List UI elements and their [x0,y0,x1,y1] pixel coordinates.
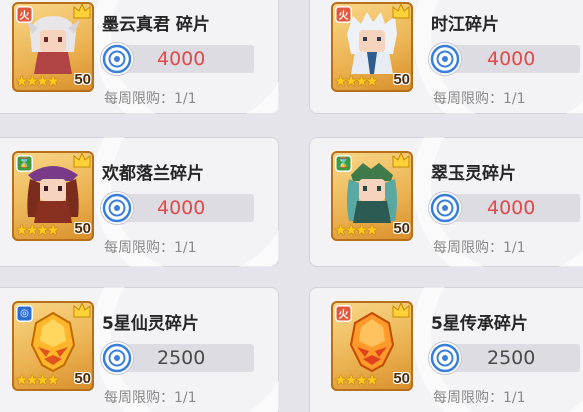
character-avatar-icon [347,12,397,74]
coin-icon [429,43,461,75]
star-rating: ★★★★ [334,221,379,239]
character-avatar-icon [26,16,80,74]
element-badge-icon: 火 [335,6,352,23]
shop-item-card[interactable]: ⌛ ★★★★ 50 欢都落兰碎片 4000 每周限购：1/1 [0,137,279,267]
character-avatar-icon [347,163,397,223]
crown-icon [73,2,91,19]
shop-item-card[interactable]: 火 ★★★★ 50 墨云真君 碎片 4000 每周限购：1/1 [0,0,279,114]
shop-item-card[interactable]: ◎ ★★★★ 50 5星仙灵碎片 2500 每周限购：1/1 [0,287,279,412]
item-portrait: ⌛ ★★★★ 50 [331,151,413,241]
crown-icon [73,301,91,318]
purchase-limit: 每周限购：1/1 [104,390,197,406]
crown-icon [392,2,410,19]
character-avatar-icon [27,166,79,223]
element-badge-icon: ⌛ [16,155,33,172]
item-price: 4000 [157,197,206,219]
item-level: 50 [393,71,410,88]
item-portrait: 火 ★★★★ 50 [12,2,94,92]
item-price: 2500 [157,347,206,369]
coin-icon [101,192,133,224]
coin-icon [101,342,133,374]
star-rating: ★★★★ [334,371,379,389]
item-name: 5星仙灵碎片 [102,314,199,334]
item-price: 4000 [487,48,536,70]
purchase-limit: 每周限购：1/1 [104,91,197,107]
item-price: 2500 [487,347,536,369]
golden-mask-icon [349,311,395,373]
item-name: 5星传承碎片 [431,314,528,334]
item-price: 4000 [487,197,536,219]
coin-icon [429,342,461,374]
star-rating: ★★★★ [15,72,60,90]
item-level: 50 [74,370,91,387]
item-portrait: ◎ ★★★★ 50 [12,301,94,391]
shop-item-card[interactable]: 火 ★★★★ 50 时江碎片 4000 每周限购：1/1 [309,0,583,114]
purchase-limit: 每周限购：1/1 [433,240,526,256]
item-level: 50 [74,220,91,237]
star-rating: ★★★★ [334,72,379,90]
item-portrait: 火 ★★★★ 50 [331,301,413,391]
element-badge-icon: 火 [335,305,352,322]
element-badge-icon: ◎ [16,305,33,322]
item-name: 时江碎片 [431,15,499,35]
golden-mask-icon [30,311,76,373]
purchase-limit: 每周限购：1/1 [433,91,526,107]
coin-icon [429,192,461,224]
purchase-limit: 每周限购：1/1 [433,390,526,406]
item-price: 4000 [157,48,206,70]
star-rating: ★★★★ [15,371,60,389]
shop-item-card[interactable]: ⌛ ★★★★ 50 翠玉灵碎片 4000 每周限购：1/1 [309,137,583,267]
item-portrait: 火 ★★★★ 50 [331,2,413,92]
star-rating: ★★★★ [15,221,60,239]
crown-icon [392,151,410,168]
coin-icon [101,43,133,75]
item-name: 欢都落兰碎片 [102,164,204,184]
crown-icon [392,301,410,318]
shop-grid: 火 ★★★★ 50 墨云真君 碎片 4000 每周限购：1/1 火 ★★★★ 5… [0,0,583,412]
item-level: 50 [74,71,91,88]
item-level: 50 [393,370,410,387]
shop-item-card[interactable]: 火 ★★★★ 50 5星传承碎片 2500 每周限购：1/1 [309,287,583,412]
element-badge-icon: 火 [16,6,33,23]
item-level: 50 [393,220,410,237]
purchase-limit: 每周限购：1/1 [104,240,197,256]
item-portrait: ⌛ ★★★★ 50 [12,151,94,241]
crown-icon [73,151,91,168]
element-badge-icon: ⌛ [335,155,352,172]
item-name: 翠玉灵碎片 [431,164,516,184]
item-name: 墨云真君 碎片 [102,15,210,35]
